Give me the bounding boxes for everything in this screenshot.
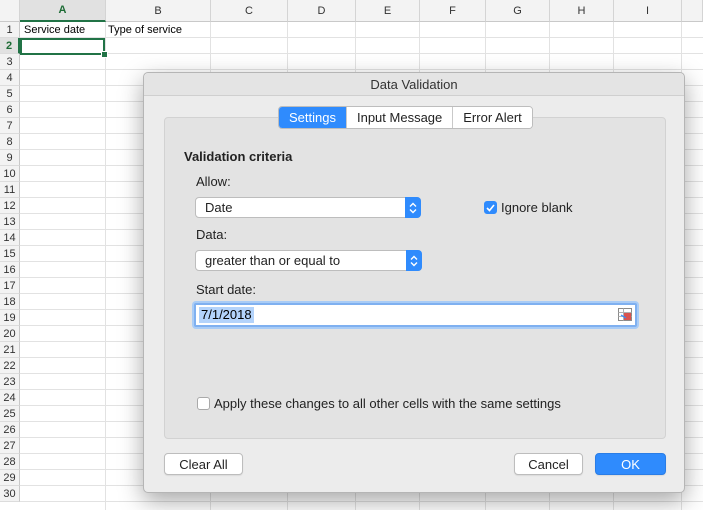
fill-handle[interactable]	[101, 51, 108, 58]
row-gridline	[20, 53, 703, 54]
row-header-24[interactable]: 24	[0, 390, 20, 406]
checkmark-icon	[486, 203, 495, 212]
column-header-c[interactable]: C	[211, 0, 288, 22]
row-header-29[interactable]: 29	[0, 470, 20, 486]
row-header-13[interactable]: 13	[0, 214, 20, 230]
data-label: Data:	[196, 227, 228, 242]
row-header-20[interactable]: 20	[0, 326, 20, 342]
row-gridline	[20, 501, 703, 502]
row-header-10[interactable]: 10	[0, 166, 20, 182]
row-header-5[interactable]: 5	[0, 86, 20, 102]
column-header-g[interactable]: G	[486, 0, 550, 22]
row-header-14[interactable]: 14	[0, 230, 20, 246]
allow-select[interactable]: Date	[195, 197, 421, 218]
column-header-overflow[interactable]	[682, 0, 703, 22]
row-header-12[interactable]: 12	[0, 198, 20, 214]
allow-select-value: Date	[205, 200, 233, 215]
start-date-label: Start date:	[196, 282, 256, 297]
select-all-corner[interactable]	[0, 0, 20, 22]
column-header-i[interactable]: I	[614, 0, 682, 22]
dialog-title: Data Validation	[144, 73, 684, 96]
row-header-4[interactable]: 4	[0, 70, 20, 86]
cell-a1[interactable]: Service date	[24, 22, 85, 38]
column-header-b[interactable]: B	[106, 0, 211, 22]
row-header-28[interactable]: 28	[0, 454, 20, 470]
row-header-8[interactable]: 8	[0, 134, 20, 150]
allow-label: Allow:	[196, 174, 231, 189]
row-header-19[interactable]: 19	[0, 310, 20, 326]
ignore-blank-label[interactable]: Ignore blank	[501, 200, 573, 215]
row-header-27[interactable]: 27	[0, 438, 20, 454]
row-gridline	[20, 69, 703, 70]
column-header-e[interactable]: E	[356, 0, 420, 22]
row-header-3[interactable]: 3	[0, 54, 20, 70]
selected-cell-a2[interactable]	[20, 38, 105, 55]
column-header-a[interactable]: A	[20, 0, 106, 22]
ignore-blank-checkbox[interactable]	[484, 201, 497, 214]
ok-button[interactable]: OK	[595, 453, 666, 475]
row-header-23[interactable]: 23	[0, 374, 20, 390]
tab-error-alert[interactable]: Error Alert	[453, 107, 532, 128]
settings-panel: Validation criteria Allow: Date Ignore b…	[164, 117, 666, 439]
row-header-18[interactable]: 18	[0, 294, 20, 310]
data-select[interactable]: greater than or equal to	[195, 250, 422, 271]
start-date-input[interactable]: 7/1/2018	[194, 303, 637, 327]
row-header-9[interactable]: 9	[0, 150, 20, 166]
row-header-26[interactable]: 26	[0, 422, 20, 438]
tab-input-message[interactable]: Input Message	[346, 107, 454, 128]
popup-arrows-icon	[405, 197, 421, 218]
apply-all-label[interactable]: Apply these changes to all other cells w…	[214, 396, 561, 411]
row-header-7[interactable]: 7	[0, 118, 20, 134]
data-validation-dialog: Data Validation Settings Input Message E…	[143, 72, 685, 493]
column-header-f[interactable]: F	[420, 0, 486, 22]
cancel-button[interactable]: Cancel	[514, 453, 583, 475]
row-header-22[interactable]: 22	[0, 358, 20, 374]
cell-b1[interactable]: Type of service	[108, 22, 182, 38]
row-header-21[interactable]: 21	[0, 342, 20, 358]
data-select-value: greater than or equal to	[205, 253, 341, 268]
row-header-25[interactable]: 25	[0, 406, 20, 422]
clear-all-button[interactable]: Clear All	[164, 453, 243, 475]
validation-criteria-heading: Validation criteria	[184, 149, 293, 164]
tab-bar: Settings Input Message Error Alert	[278, 106, 533, 129]
row-header-1[interactable]: 1	[0, 22, 20, 38]
row-header-2[interactable]: 2	[0, 38, 20, 54]
column-header-d[interactable]: D	[288, 0, 356, 22]
row-header-15[interactable]: 15	[0, 246, 20, 262]
row-header-6[interactable]: 6	[0, 102, 20, 118]
tab-settings[interactable]: Settings	[279, 107, 347, 128]
row-header-16[interactable]: 16	[0, 262, 20, 278]
apply-all-checkbox[interactable]	[197, 397, 210, 410]
row-header-11[interactable]: 11	[0, 182, 20, 198]
row-header-30[interactable]: 30	[0, 486, 20, 502]
column-header-h[interactable]: H	[550, 0, 614, 22]
start-date-value: 7/1/2018	[199, 307, 254, 323]
popup-arrows-icon	[406, 250, 422, 271]
row-header-17[interactable]: 17	[0, 278, 20, 294]
range-picker-icon[interactable]	[618, 308, 632, 321]
